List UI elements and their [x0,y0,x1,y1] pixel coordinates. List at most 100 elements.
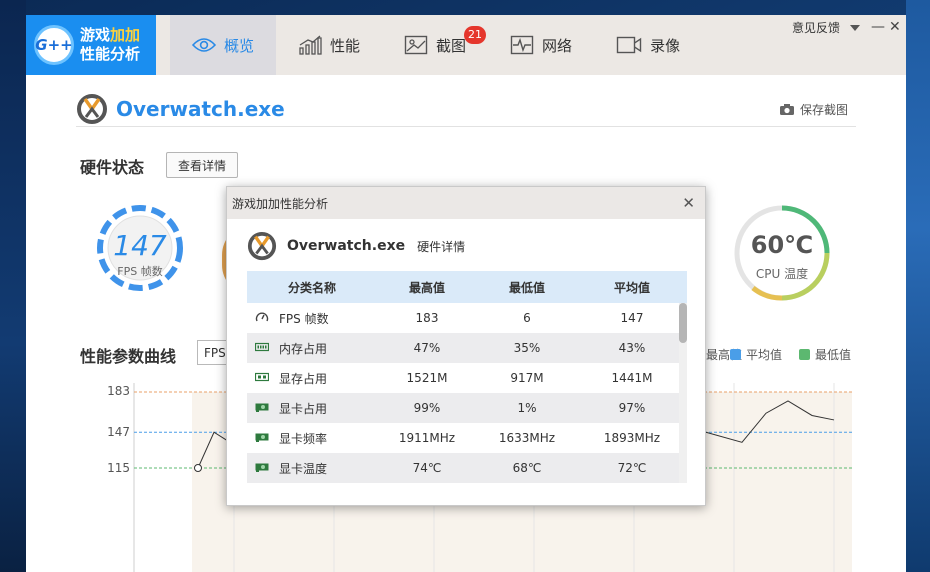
dialog-subtitle: 硬件详情 [417,239,466,254]
tab-performance-label: 性能 [330,36,361,55]
row-avg: 72℃ [577,453,687,483]
row-avg: 97% [577,393,687,423]
table-row: 显卡温度 74℃ 68℃ 72℃ [247,453,687,483]
tab-video-label: 录像 [650,36,681,55]
row-name-cell: 显存占用 [247,363,377,393]
tab-network[interactable]: 网络 [488,15,594,75]
row-name-cell: 显卡频率 [247,423,377,453]
row-name-cell: 内存占用 [247,333,377,363]
app-title-row: Overwatch.exe 保存截图 [76,91,856,127]
scrollbar-thumb[interactable] [679,303,687,343]
min-point-marker [194,464,202,472]
video-icon [616,36,642,54]
feedback-link[interactable]: 意见反馈 [792,19,861,36]
tab-screenshot[interactable]: 截图 21 [382,15,488,75]
y-tick-label: 183 [107,384,130,398]
column-header: 分类名称 [247,271,377,303]
gauge-icon [255,310,269,327]
cpu-temp-gauge: 60℃ CPU 温度 [732,203,832,303]
top-bar: G++ 游戏加加 性能分析 概览 性能 截图 21 网络 录像 意见反馈 — ✕ [26,15,906,75]
y-tick-label: 147 [107,425,130,439]
close-window-button[interactable]: ✕ [889,19,901,35]
row-avg: 147 [620,311,644,325]
legend-avg-label: 平均值 [746,348,783,362]
pulse-icon [510,35,534,55]
tab-overview[interactable]: 概览 [170,15,277,75]
logo-line2: 性能分析 [80,45,141,63]
table-row: 显卡占用 99% 1% 97% [247,393,687,423]
row-min: 1633MHz [498,431,556,445]
gpu-icon [255,401,269,415]
row-name: 内存占用 [279,341,328,356]
row-avg: 43% [577,333,687,363]
logo-line1-b: 加加 [110,26,141,44]
logo-line1-a: 游戏 [80,26,111,44]
performance-curve-title: 性能参数曲线 [80,347,177,366]
cpu-gauge-value: 60℃ [750,231,814,259]
row-max: 99% [377,393,477,423]
main-nav: 概览 性能 截图 21 网络 录像 [170,15,702,75]
table-row: 内存占用 47% 35% 43% [247,333,687,363]
camera-icon [779,104,794,115]
hardware-detail-dialog: 游戏加加性能分析 ✕ Overwatch.exe 硬件详情 分类名称 最高值 最… [226,186,706,506]
row-min: 1% [477,393,577,423]
vram-icon [254,371,270,385]
dialog-close-button[interactable]: ✕ [682,195,695,211]
logo-text: 游戏加加 性能分析 [80,26,140,64]
hardware-detail-table: 分类名称 最高值 最低值 平均值 FPS 帧数 183 6 147 内存占用 4… [247,271,687,483]
dialog-title: 游戏加加性能分析 [232,196,329,211]
row-max: 74℃ [377,453,477,483]
tab-performance[interactable]: 性能 [276,15,382,75]
overwatch-logo-icon [77,93,107,124]
column-header: 平均值 [577,271,687,303]
gpu-icon [255,461,269,475]
dialog-titlebar[interactable]: 游戏加加性能分析 ✕ [227,187,705,219]
desktop-background-right [906,0,930,572]
tab-overview-label: 概览 [224,36,255,55]
memory-icon [254,341,270,355]
legend-avg-swatch [730,349,741,360]
fps-gauge-label: FPS 帧数 [117,265,163,278]
tab-screenshot-label: 截图 [436,36,467,55]
fps-gauge: 147 FPS 帧数 [95,203,185,293]
row-name-cell: 显卡占用 [247,393,377,423]
dialog-header: Overwatch.exe 硬件详情 [247,231,465,261]
desktop-background [0,0,26,572]
save-screenshot-label: 保存截图 [799,103,848,117]
legend-min-swatch [799,349,810,360]
row-max: 1521M [406,371,448,385]
row-avg: 1441M [611,371,653,385]
table-header-row: 分类名称 最高值 最低值 平均值 [247,271,687,303]
row-min: 68℃ [477,453,577,483]
row-max: 1911MHz [398,431,456,445]
view-details-button[interactable]: 查看详情 [166,152,238,178]
row-max: 183 [415,311,439,325]
row-max: 47% [377,333,477,363]
eye-icon [192,38,216,52]
app-logo: G++ 游戏加加 性能分析 [26,15,156,75]
image-icon [404,35,428,55]
tab-video[interactable]: 录像 [594,15,702,75]
row-name-cell: 显卡温度 [247,453,377,483]
tab-network-label: 网络 [542,36,573,55]
minimize-button[interactable]: — [871,19,885,35]
y-tick-label: 115 [107,461,130,475]
table-row: 显存占用 1521M 917M 1441M [247,363,687,393]
row-avg: 1893MHz [603,431,661,445]
legend-min: 最低值 [799,346,851,363]
row-name: 显存占用 [279,371,328,386]
dropdown-caret-icon[interactable] [850,24,861,31]
feedback-label: 意见反馈 [792,21,841,35]
save-screenshot-button[interactable]: 保存截图 [779,101,848,118]
bar-chart-icon [299,35,322,55]
table-row: 显卡频率 1911MHz 1633MHz 1893MHz [247,423,687,453]
table-row: FPS 帧数 183 6 147 [247,303,687,333]
row-name: 显卡频率 [279,431,328,446]
column-header: 最低值 [477,271,577,303]
gpu-icon [255,431,269,445]
table-scrollbar[interactable] [679,303,687,483]
legend-avg: 平均值 [730,346,782,363]
row-min: 35% [477,333,577,363]
overwatch-logo-icon [247,231,277,261]
row-name: 显卡占用 [279,401,328,416]
